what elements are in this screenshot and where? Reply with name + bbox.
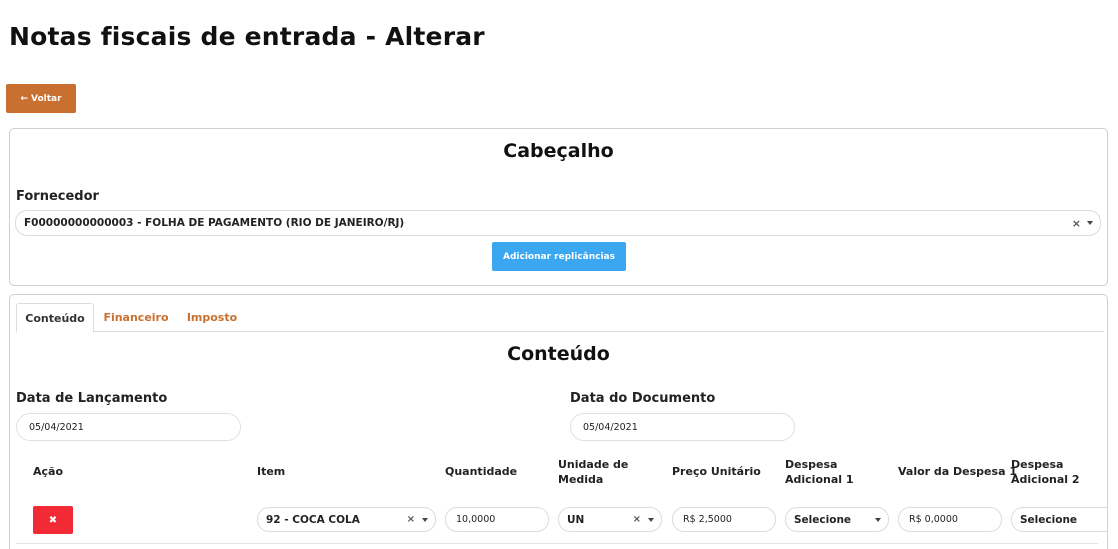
fornecedor-label: Fornecedor [16,189,99,204]
chevron-down-icon[interactable] [648,517,654,522]
despesa-adicional-1-value: Selecione [794,513,852,526]
quantidade-input[interactable]: 10,0000 [445,507,549,532]
clear-icon[interactable]: × [407,514,415,525]
preco-unitario-input[interactable]: R$ 2,5000 [672,507,776,532]
tab-imposto[interactable]: Imposto [184,303,240,332]
item-select[interactable]: 92 - COCA COLA × [257,507,436,532]
data-documento-input[interactable]: 05/04/2021 [570,413,795,441]
add-replicancias-button[interactable]: Adicionar replicâncias [492,242,626,271]
clear-icon[interactable]: × [1072,217,1081,230]
content-title: Conteúdo [507,343,610,365]
col-unidade: Unidade de Medida [558,458,629,486]
times-icon: ✖ [48,514,58,526]
col-despesa-adicional-2: Despesa Adicional 2 [1011,458,1080,486]
tab-bar: Conteúdo Financeiro Imposto [16,303,1104,333]
row-divider [16,543,1098,544]
delete-row-button[interactable]: ✖ [33,506,73,534]
back-button[interactable]: ← Voltar [6,84,76,113]
col-valor-despesa-1: Valor da Despesa 1 [898,465,1017,478]
clear-icon[interactable]: × [633,514,641,525]
col-item: Item [257,465,286,478]
tab-conteudo[interactable]: Conteúdo [16,303,94,333]
data-lancamento-label: Data de Lançamento [16,391,168,406]
unidade-select[interactable]: UN × [558,507,662,532]
arrow-left-icon: ← [20,93,28,104]
content-card: Conteúdo Financeiro Imposto Conteúdo Dat… [9,294,1108,549]
chevron-down-icon[interactable] [875,517,881,522]
col-acao: Ação [33,465,64,478]
col-preco-unitario: Preço Unitário [672,465,761,478]
header-card: Cabeçalho Fornecedor F00000000000003 - F… [9,128,1108,286]
item-value: 92 - COCA COLA [266,513,360,526]
chevron-down-icon[interactable] [422,517,428,522]
tab-financeiro[interactable]: Financeiro [102,303,170,332]
chevron-down-icon[interactable] [1087,221,1093,225]
unidade-value: UN [567,513,585,526]
fornecedor-select[interactable]: F00000000000003 - FOLHA DE PAGAMENTO (RI… [15,210,1101,236]
despesa-adicional-2-value: Selecione [1020,513,1078,526]
data-lancamento-input[interactable]: 05/04/2021 [16,413,241,441]
page-title: Notas fiscais de entrada - Alterar [9,22,485,51]
header-card-title: Cabeçalho [503,140,614,162]
col-quantidade: Quantidade [445,465,518,478]
fornecedor-value: F00000000000003 - FOLHA DE PAGAMENTO (RI… [24,217,405,229]
back-button-label: Voltar [30,93,62,104]
despesa-adicional-2-select[interactable]: Selecione [1011,507,1107,532]
valor-despesa-1-input[interactable]: R$ 0,0000 [898,507,1002,532]
data-documento-label: Data do Documento [570,391,716,406]
despesa-adicional-1-select[interactable]: Selecione [785,507,889,532]
col-despesa-adicional-1: Despesa Adicional 1 [785,458,854,486]
